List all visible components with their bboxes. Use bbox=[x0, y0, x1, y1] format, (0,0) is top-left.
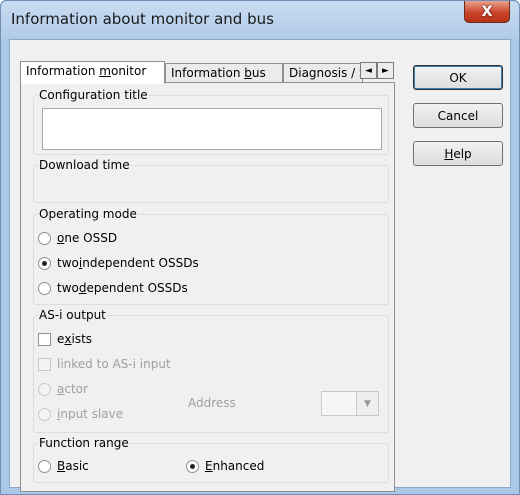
radio-button-icon bbox=[38, 459, 51, 473]
configuration-title-group: Configuration title bbox=[33, 88, 389, 155]
tab-label: Information bbox=[26, 64, 100, 78]
radio-button-icon bbox=[38, 382, 51, 396]
asi-output-label: AS-i output bbox=[38, 308, 107, 322]
cancel-button[interactable]: Cancel bbox=[413, 103, 503, 128]
option-label: ependent OSSDs bbox=[86, 281, 188, 295]
arrow-left-icon: ◄ bbox=[365, 65, 372, 76]
address-label: Address bbox=[188, 396, 236, 410]
option-label: nhanced bbox=[212, 459, 265, 473]
tab-label: Information bbox=[171, 66, 245, 80]
radio-button-icon bbox=[38, 407, 51, 421]
radio-button-icon bbox=[38, 231, 51, 245]
option-label: linked to AS-i input bbox=[57, 357, 171, 371]
ok-button[interactable]: OK bbox=[413, 65, 503, 90]
close-button[interactable]: X bbox=[464, 1, 510, 23]
option-label-accel: a bbox=[57, 382, 65, 396]
option-label: e bbox=[57, 332, 65, 346]
dialog-client-area: Information monitor Information bus Diag… bbox=[9, 39, 511, 492]
configuration-title-label: Configuration title bbox=[38, 88, 149, 102]
checkbox-exists[interactable]: e x ists bbox=[38, 332, 92, 346]
option-label-accel: o bbox=[57, 231, 65, 245]
checkbox-linked-to-asi-input[interactable]: linked to AS-i input bbox=[38, 357, 171, 371]
radio-button-icon bbox=[38, 281, 51, 295]
option-label: two bbox=[57, 256, 79, 270]
function-range-group: Function range Basic Enhanced bbox=[33, 436, 389, 483]
tab-information-monitor[interactable]: Information monitor bbox=[20, 61, 165, 84]
tab-scroll-left-button[interactable]: ◄ bbox=[360, 62, 377, 79]
option-label: ists bbox=[71, 332, 93, 346]
option-label: ndependent OSSDs bbox=[82, 256, 199, 270]
radio-two-independent-ossds[interactable]: two i ndependent OSSDs bbox=[38, 256, 199, 270]
window-title: Information about monitor and bus bbox=[11, 10, 274, 28]
title-bar[interactable]: Information about monitor and bus X bbox=[1, 1, 519, 39]
checkbox-icon bbox=[38, 357, 51, 371]
download-time-label: Download time bbox=[38, 158, 131, 172]
option-label-accel: x bbox=[64, 332, 72, 346]
operating-mode-label: Operating mode bbox=[38, 207, 138, 221]
radio-basic[interactable]: Basic bbox=[38, 459, 89, 473]
arrow-right-icon: ► bbox=[382, 65, 389, 76]
radio-button-selected-icon bbox=[186, 459, 199, 473]
option-label-accel: d bbox=[78, 281, 87, 295]
option-label: two bbox=[57, 281, 79, 295]
close-icon: X bbox=[481, 3, 493, 20]
radio-button-selected-icon bbox=[38, 256, 51, 270]
tab-scroll-right-button[interactable]: ► bbox=[377, 62, 394, 79]
help-button-label-accel: H bbox=[444, 146, 454, 161]
tab-label: us bbox=[251, 66, 266, 80]
cancel-button-label: Cancel bbox=[437, 108, 479, 123]
download-time-group: Download time bbox=[33, 158, 389, 203]
dialog-window: Information about monitor and bus X Info… bbox=[0, 0, 520, 495]
option-label: nput slave bbox=[60, 407, 124, 421]
tab-label-accel: m bbox=[99, 64, 111, 78]
tab-strip: Information monitor Information bus Diag… bbox=[20, 61, 395, 84]
radio-enhanced[interactable]: Enhanced bbox=[186, 459, 264, 473]
radio-actor[interactable]: a ctor bbox=[38, 382, 88, 396]
option-label-accel: B bbox=[57, 459, 66, 473]
radio-one-ossd[interactable]: o ne OSSD bbox=[38, 231, 117, 245]
operating-mode-group: Operating mode o ne OSSD two i ndependent … bbox=[33, 207, 389, 305]
asi-output-group: AS-i output e x ists linked to AS-i input … bbox=[33, 308, 389, 433]
help-button[interactable]: Help bbox=[413, 141, 503, 166]
help-button-label: elp bbox=[453, 146, 472, 161]
option-label: ctor bbox=[64, 382, 88, 396]
configuration-title-input[interactable] bbox=[42, 108, 382, 150]
option-label-accel: E bbox=[205, 459, 213, 473]
radio-input-slave[interactable]: i nput slave bbox=[38, 407, 123, 421]
tab-information-bus[interactable]: Information bus bbox=[165, 63, 283, 83]
tab-diagnosis[interactable]: Diagnosis / S bbox=[283, 63, 363, 83]
ok-button-label: OK bbox=[449, 70, 467, 85]
chevron-down-icon: ▼ bbox=[364, 398, 371, 409]
option-label: asic bbox=[65, 459, 89, 473]
tab-label: Diagnosis / S bbox=[289, 66, 363, 80]
option-label: ne OSSD bbox=[64, 231, 118, 245]
tab-label-accel: b bbox=[244, 66, 252, 80]
checkbox-icon bbox=[38, 332, 51, 346]
dropdown-arrow-button[interactable]: ▼ bbox=[356, 392, 378, 415]
address-combobox[interactable]: ▼ bbox=[321, 391, 379, 416]
function-range-label: Function range bbox=[38, 436, 130, 450]
radio-two-dependent-ossds[interactable]: two d ependent OSSDs bbox=[38, 281, 188, 295]
tab-label: onitor bbox=[110, 64, 147, 78]
tab-panel-information-monitor: Configuration title Download time Operat… bbox=[20, 82, 395, 492]
